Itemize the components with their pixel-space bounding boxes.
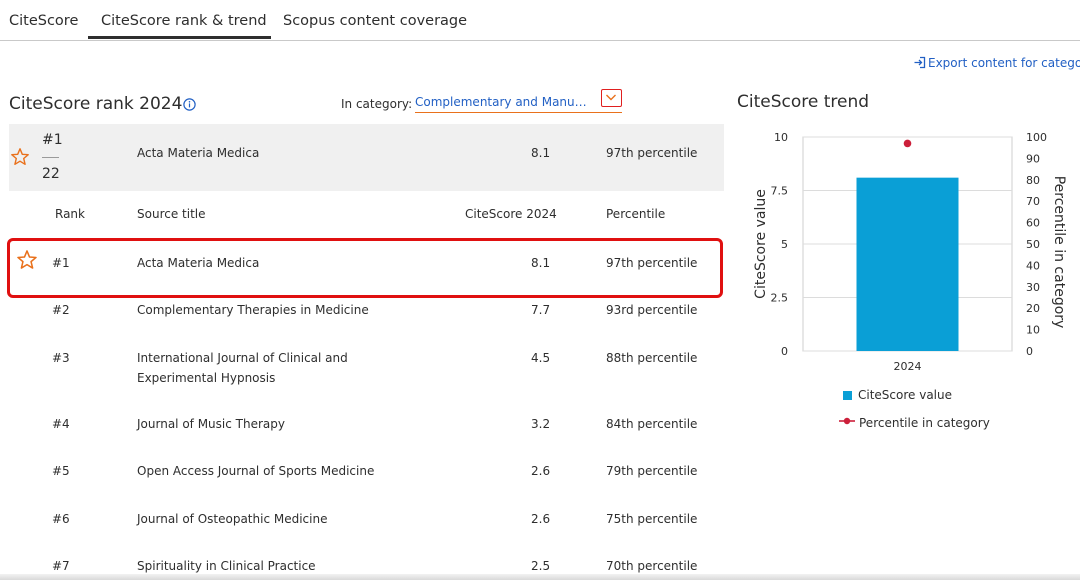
row-rank: #2: [52, 303, 70, 317]
percentile-point: [903, 139, 912, 148]
chevron-down-icon: [606, 94, 616, 101]
rank-summary-row: #1 22 Acta Materia Medica 8.1 97th perce…: [9, 124, 724, 191]
info-icon[interactable]: [183, 98, 196, 111]
y2-tick-label: 20: [1026, 302, 1040, 315]
tab-citescore[interactable]: CiteScore: [9, 13, 78, 29]
table-row[interactable]: #3 International Journal of Clinical and…: [9, 348, 724, 394]
rank-heading: CiteScore rank 2024: [9, 94, 183, 114]
column-header-source-title: Source title: [137, 207, 206, 221]
y2-tick-label: 10: [1026, 324, 1040, 337]
row-title[interactable]: Spirituality in Clinical Practice: [137, 556, 437, 576]
summary-title: Acta Materia Medica: [137, 146, 260, 160]
y2-tick-label: 80: [1026, 174, 1040, 187]
citescore-trend-chart: 02.557.51001020304050607080901002024Cite…: [753, 131, 1067, 373]
row-score: 4.5: [531, 351, 551, 365]
row-title[interactable]: Open Access Journal of Sports Medicine: [137, 461, 437, 481]
tab-scopus-content-coverage[interactable]: Scopus content coverage: [283, 13, 467, 29]
summary-score: 8.1: [531, 146, 551, 160]
y2-tick-label: 70: [1026, 195, 1040, 208]
category-dropdown-button[interactable]: [601, 89, 622, 107]
y2-tick-label: 40: [1026, 259, 1040, 272]
category-label: In category:: [341, 97, 413, 111]
row-title[interactable]: Journal of Music Therapy: [137, 414, 437, 434]
export-label: Export content for category: [928, 56, 1080, 70]
legend-citescore: CiteScore value: [843, 388, 952, 402]
row-score: 2.5: [531, 559, 551, 573]
table-row[interactable]: #5 Open Access Journal of Sports Medicin…: [9, 461, 724, 507]
row-title[interactable]: Journal of Osteopathic Medicine: [137, 509, 437, 529]
export-icon: [914, 56, 926, 69]
active-tab-indicator: [88, 36, 271, 39]
row-percentile: 88th percentile: [606, 351, 698, 365]
table-row[interactable]: #6 Journal of Osteopathic Medicine 2.6 7…: [9, 509, 724, 555]
row-percentile: 84th percentile: [606, 417, 698, 431]
export-content-link[interactable]: Export content for category: [913, 56, 1080, 70]
legend-dot-line-swatch: [839, 417, 855, 425]
column-header-citescore: CiteScore 2024: [465, 207, 557, 221]
legend-citescore-label: CiteScore value: [858, 388, 953, 402]
summary-rank: #1: [42, 132, 63, 148]
category-underline: [415, 112, 622, 113]
column-header-rank: Rank: [55, 207, 85, 221]
y2-tick-label: 90: [1026, 152, 1040, 165]
category-select[interactable]: Complementary and Manual Therapy: [415, 95, 593, 109]
row-percentile: 75th percentile: [606, 512, 698, 526]
column-header-percentile: Percentile: [606, 207, 666, 221]
tab-citescore-rank-trend[interactable]: CiteScore rank & trend: [101, 13, 267, 29]
row-percentile: 79th percentile: [606, 464, 698, 478]
row-rank: #7: [52, 559, 70, 573]
y2-tick-label: 30: [1026, 281, 1040, 294]
y2-tick-label: 50: [1026, 238, 1040, 251]
bar-citescore: [856, 177, 959, 351]
row-title[interactable]: International Journal of Clinical and Ex…: [137, 348, 427, 388]
row-title[interactable]: Complementary Therapies in Medicine: [137, 300, 497, 320]
y2-tick-label: 100: [1026, 131, 1047, 144]
x-tick-label: 2024: [894, 360, 922, 373]
legend-bar-swatch: [843, 391, 852, 400]
rank-fraction-divider: [42, 157, 59, 158]
y2-tick-label: 60: [1026, 217, 1040, 230]
legend-percentile-label: Percentile in category: [859, 416, 990, 430]
table-row[interactable]: #2 Complementary Therapies in Medicine 7…: [9, 300, 724, 346]
y-tick-label: 10: [774, 131, 788, 144]
y-axis-label: CiteScore value: [753, 189, 769, 299]
y-tick-label: 5: [781, 238, 788, 251]
star-icon: [11, 148, 29, 165]
table-row[interactable]: #4 Journal of Music Therapy 3.2 84th per…: [9, 414, 724, 460]
row-rank: #6: [52, 512, 70, 526]
bottom-edge: [0, 574, 1080, 580]
y-tick-label: 2.5: [771, 292, 789, 305]
trend-heading: CiteScore trend: [737, 92, 870, 112]
row-rank: #4: [52, 417, 70, 431]
row-percentile: 93rd percentile: [606, 303, 698, 317]
y-tick-label: 7.5: [771, 185, 789, 198]
summary-percentile: 97th percentile: [606, 146, 698, 160]
legend-percentile: Percentile in category: [839, 416, 990, 430]
y-tick-label: 0: [781, 345, 788, 358]
row-score: 3.2: [531, 417, 551, 431]
row-score: 2.6: [531, 464, 551, 478]
row-percentile: 70th percentile: [606, 559, 698, 573]
highlight-annotation: [7, 238, 723, 298]
summary-total: 22: [42, 166, 60, 182]
y2-axis-label: Percentile in category: [1051, 176, 1067, 329]
row-rank: #3: [52, 351, 70, 365]
row-score: 2.6: [531, 512, 551, 526]
row-rank: #5: [52, 464, 70, 478]
y2-tick-label: 0: [1026, 345, 1033, 358]
tab-bar: CiteScore CiteScore rank & trend Scopus …: [0, 0, 1080, 41]
row-score: 7.7: [531, 303, 551, 317]
